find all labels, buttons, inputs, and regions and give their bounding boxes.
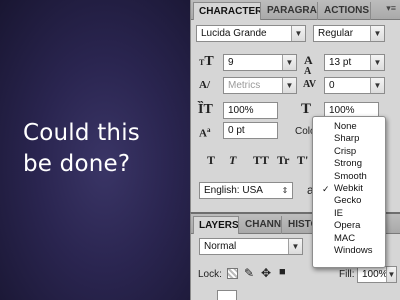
faux-italic-button[interactable]: T — [229, 153, 236, 168]
kerning-dropdown[interactable]: Metrics ▼ — [223, 77, 297, 94]
checkmark-icon: ✓ — [322, 183, 330, 194]
headline-line-2: be done? — [23, 151, 131, 177]
fill-input[interactable]: 100% ▼ — [357, 266, 397, 283]
language-value: English: USA — [204, 185, 263, 196]
tab-paragraph[interactable]: PARAGRAPH — [262, 2, 318, 20]
updown-arrows-icon: ⇕ — [281, 186, 289, 195]
menu-item-sharp[interactable]: Sharp — [313, 133, 385, 145]
headline-line-1: Could this — [23, 120, 140, 146]
chevron-down-icon: ▼ — [370, 26, 384, 41]
font-size-icon: TT — [199, 54, 214, 69]
superscript-button[interactable]: T' — [297, 153, 308, 168]
chevron-down-icon: ▼ — [386, 267, 396, 282]
menu-item-strong[interactable]: Strong — [313, 158, 385, 170]
tracking-dropdown[interactable]: 0 ▼ — [324, 77, 385, 94]
tab-layers[interactable]: LAYERS — [193, 216, 239, 234]
chevron-down-icon: ▼ — [291, 26, 305, 41]
leading-value: 13 pt — [329, 57, 352, 68]
font-style-dropdown[interactable]: Regular ▼ — [313, 25, 385, 42]
menu-item-smooth[interactable]: Smooth — [313, 171, 385, 183]
baseline-shift-input[interactable]: 0 pt — [223, 122, 278, 139]
lock-pixels-icon[interactable]: ✎ — [244, 266, 254, 280]
vertical-scale-icon: ȈT — [198, 102, 213, 117]
font-family-dropdown[interactable]: Lucida Grande ▼ — [196, 25, 306, 42]
menu-item-windows[interactable]: Windows — [313, 245, 385, 257]
character-panel-tabbar: CHARACTER PARAGRAPH ACTIONS ▾≡ — [191, 0, 400, 20]
menu-item-crisp[interactable]: Crisp — [313, 146, 385, 158]
menu-item-webkit[interactable]: ✓ Webkit — [313, 183, 385, 195]
menu-item-mac[interactable]: MAC — [313, 233, 385, 245]
chevron-down-icon: ▼ — [282, 78, 296, 93]
vertical-scale-input[interactable]: 100% — [223, 102, 278, 119]
panel-menu-icon[interactable]: ▾≡ — [386, 3, 396, 14]
horizontal-scale-value: 100% — [329, 105, 355, 116]
chevron-down-icon: ▼ — [370, 78, 384, 93]
lock-transparency-icon[interactable] — [227, 268, 238, 279]
tracking-value: 0 — [329, 80, 335, 91]
tracking-icon: AV — [303, 79, 317, 90]
lock-position-icon[interactable]: ✥ — [261, 266, 271, 280]
lock-label: Lock: — [198, 269, 222, 280]
font-family-value: Lucida Grande — [201, 28, 267, 39]
tab-actions[interactable]: ACTIONS — [319, 2, 371, 20]
small-caps-button[interactable]: Tr — [277, 153, 289, 168]
chevron-down-icon: ▼ — [282, 55, 296, 70]
kerning-value: Metrics — [228, 80, 261, 91]
font-size-value: 9 — [228, 57, 234, 68]
fill-value: 100% — [362, 269, 388, 280]
fill-label: Fill: — [339, 269, 355, 280]
headline-text: Could this be done? — [23, 118, 193, 180]
lock-all-icon[interactable]: ■ — [279, 266, 286, 278]
font-size-dropdown[interactable]: 9 ▼ — [223, 54, 297, 71]
vertical-scale-value: 100% — [228, 105, 254, 116]
language-dropdown[interactable]: English: USA ⇕ — [199, 182, 293, 199]
menu-item-opera[interactable]: Opera — [313, 220, 385, 232]
tab-history[interactable]: HISTORY — [283, 216, 313, 234]
blend-mode-value: Normal — [204, 241, 237, 252]
menu-item-gecko[interactable]: Gecko — [313, 195, 385, 207]
faux-bold-button[interactable]: T — [207, 153, 215, 168]
baseline-shift-icon: Aa — [199, 126, 211, 140]
baseline-shift-value: 0 pt — [228, 125, 245, 136]
menu-item-none[interactable]: None — [313, 121, 385, 133]
horizontal-scale-icon: T — [301, 101, 312, 117]
chevron-down-icon: ▼ — [288, 239, 302, 254]
kerning-icon: A/ — [199, 79, 210, 91]
layer-thumbnail[interactable] — [217, 290, 237, 300]
tab-character[interactable]: CHARACTER — [193, 2, 261, 20]
menu-item-ie[interactable]: IE — [313, 208, 385, 220]
all-caps-button[interactable]: TT — [253, 153, 269, 168]
blend-mode-dropdown[interactable]: Normal ▼ — [199, 238, 303, 255]
font-style-value: Regular — [318, 28, 354, 39]
tab-channels[interactable]: CHANNELS — [240, 216, 282, 234]
anti-alias-menu: None Sharp Crisp Strong Smooth ✓ Webkit G… — [312, 116, 386, 268]
chevron-down-icon: ▼ — [370, 55, 384, 70]
leading-dropdown[interactable]: 13 pt ▼ — [324, 54, 385, 71]
